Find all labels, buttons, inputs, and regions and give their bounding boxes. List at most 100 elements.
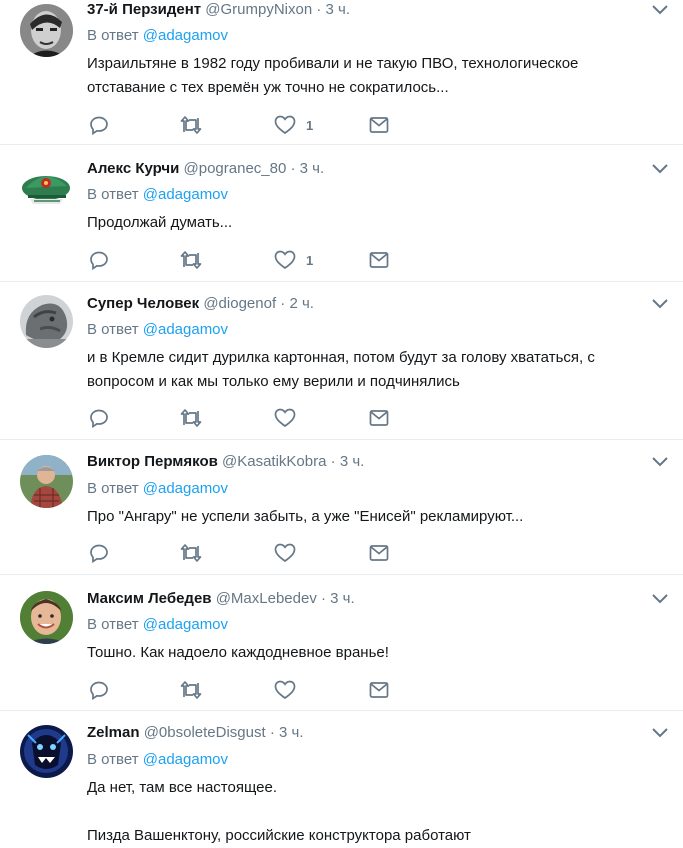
separator-dot: · <box>280 295 286 312</box>
direct-message-button[interactable] <box>369 542 389 564</box>
like-button[interactable] <box>274 542 306 564</box>
retweet-button[interactable] <box>179 542 203 564</box>
author-name[interactable]: Zelman <box>87 724 140 741</box>
reply-button[interactable] <box>89 679 109 701</box>
author-name[interactable]: Супер Человек <box>87 295 199 312</box>
chevron-down-icon[interactable] <box>651 4 669 16</box>
reply-button[interactable] <box>89 407 109 429</box>
envelope-icon <box>369 682 389 698</box>
like-button[interactable]: 1 <box>274 114 313 136</box>
direct-message-button[interactable] <box>369 114 389 136</box>
direct-message-button[interactable] <box>369 249 389 271</box>
tweet-text: Тошно. Как надоело каждодневное вранье! <box>87 644 389 661</box>
chevron-down-icon[interactable] <box>651 163 669 175</box>
author-username[interactable]: @GrumpyNixon <box>205 1 312 18</box>
heart-icon <box>274 680 296 700</box>
avatar[interactable] <box>20 591 73 644</box>
author-name[interactable]: 37-й Перзидент <box>87 1 201 18</box>
chevron-down-icon[interactable] <box>651 727 669 739</box>
heart-icon <box>274 408 296 428</box>
reply-button[interactable] <box>89 542 109 564</box>
tweet-text: и в Кремле сидит дурилка картонная, пото… <box>87 349 595 390</box>
tweet-actions: 1 <box>87 249 407 271</box>
tweet[interactable]: Zelman @0bsoleteDisgust · 3 ч. В ответ @… <box>0 711 683 847</box>
tweet[interactable]: Максим Лебедев @MaxLebedev · 3 ч. В отве… <box>0 575 683 711</box>
avatar[interactable] <box>20 158 73 211</box>
reply-mention-link[interactable]: @adagamov <box>143 321 228 338</box>
tweet[interactable]: Виктор Пермяков @KasatikKobra · 3 ч. В о… <box>0 440 683 575</box>
reply-prefix: В ответ <box>87 186 139 203</box>
reply-prefix: В ответ <box>87 751 139 768</box>
direct-message-button[interactable] <box>369 407 389 429</box>
reply-prefix: В ответ <box>87 480 139 497</box>
separator-dot: · <box>316 1 322 18</box>
retweet-icon <box>180 116 202 134</box>
envelope-icon <box>369 545 389 561</box>
tweet-header: Супер Человек @diogenof · 2 ч. <box>87 294 314 314</box>
timestamp[interactable]: 2 ч. <box>289 295 314 312</box>
reply-prefix: В ответ <box>87 616 139 633</box>
separator-dot: · <box>269 724 275 741</box>
reply-mention-link[interactable]: @adagamov <box>143 186 228 203</box>
avatar[interactable] <box>20 725 73 778</box>
retweet-button[interactable] <box>179 679 203 701</box>
author-username[interactable]: @0bsoleteDisgust <box>144 724 266 741</box>
avatar[interactable] <box>20 455 73 508</box>
like-button[interactable] <box>274 679 306 701</box>
reply-icon <box>90 544 108 563</box>
author-name[interactable]: Алекс Курчи <box>87 160 179 177</box>
timestamp[interactable]: 3 ч. <box>340 453 365 470</box>
tweet-text: Да нет, там все настоящее. Пизда Вашенкт… <box>87 779 471 844</box>
tweet-actions <box>87 679 407 701</box>
reply-mention-link[interactable]: @adagamov <box>143 751 228 768</box>
timestamp[interactable]: 3 ч. <box>279 724 304 741</box>
tweet-actions: 1 <box>87 114 407 136</box>
reply-context: В ответ @adagamov <box>87 26 228 46</box>
retweet-button[interactable] <box>179 249 203 271</box>
envelope-icon <box>369 252 389 268</box>
tweet[interactable]: Алекс Курчи @pogranec_80 · 3 ч. В ответ … <box>0 145 683 282</box>
author-username[interactable]: @MaxLebedev <box>216 590 317 607</box>
retweet-icon <box>180 681 202 699</box>
author-username[interactable]: @KasatikKobra <box>222 453 326 470</box>
reply-mention-link[interactable]: @adagamov <box>143 616 228 633</box>
like-button[interactable] <box>274 407 306 429</box>
reply-button[interactable] <box>89 114 109 136</box>
heart-icon <box>274 250 296 270</box>
timestamp[interactable]: 3 ч. <box>326 1 351 18</box>
reply-button[interactable] <box>89 249 109 271</box>
chevron-down-icon[interactable] <box>651 593 669 605</box>
tweet[interactable]: 37-й Перзидент @GrumpyNixon · 3 ч. В отв… <box>0 0 683 145</box>
tweet-text: Про "Ангару" не успели забыть, а уже "Ен… <box>87 508 524 525</box>
author-username[interactable]: @diogenof <box>203 295 276 312</box>
avatar[interactable] <box>20 4 73 57</box>
reply-context: В ответ @adagamov <box>87 615 228 635</box>
author-username[interactable]: @pogranec_80 <box>184 160 287 177</box>
tweet-header: 37-й Перзидент @GrumpyNixon · 3 ч. <box>87 0 350 20</box>
like-count: 1 <box>306 117 314 133</box>
timestamp[interactable]: 3 ч. <box>300 160 325 177</box>
reply-mention-link[interactable]: @adagamov <box>143 27 228 44</box>
tweet-text: Израильтяне в 1982 году пробивали и не т… <box>87 55 579 96</box>
retweet-button[interactable] <box>179 407 203 429</box>
envelope-icon <box>369 117 389 133</box>
like-count: 1 <box>306 252 314 268</box>
reply-context: В ответ @adagamov <box>87 185 228 205</box>
reply-context: В ответ @adagamov <box>87 320 228 340</box>
separator-dot: · <box>290 160 296 177</box>
heart-icon <box>274 115 296 135</box>
like-button[interactable]: 1 <box>274 249 313 271</box>
retweet-icon <box>180 409 202 427</box>
timestamp[interactable]: 3 ч. <box>330 590 355 607</box>
author-name[interactable]: Максим Лебедев <box>87 590 212 607</box>
direct-message-button[interactable] <box>369 679 389 701</box>
chevron-down-icon[interactable] <box>651 456 669 468</box>
reply-mention-link[interactable]: @adagamov <box>143 480 228 497</box>
chevron-down-icon[interactable] <box>651 298 669 310</box>
tweet[interactable]: Супер Человек @diogenof · 2 ч. В ответ @… <box>0 282 683 440</box>
reply-icon <box>90 251 108 270</box>
author-name[interactable]: Виктор Пермяков <box>87 453 218 470</box>
avatar[interactable] <box>20 295 73 348</box>
retweet-button[interactable] <box>179 114 203 136</box>
tweet-actions <box>87 542 407 564</box>
